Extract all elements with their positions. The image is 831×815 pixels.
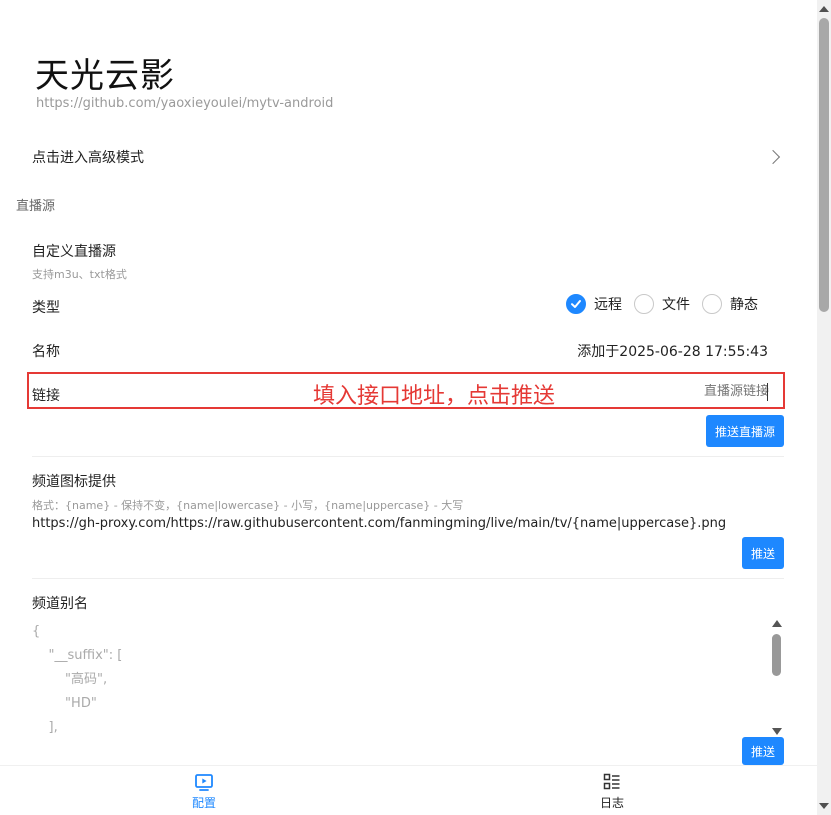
divider	[32, 578, 784, 579]
list-icon	[603, 773, 620, 790]
page-scrollbar[interactable]	[817, 0, 831, 815]
custom-source-title: 自定义直播源	[32, 244, 116, 260]
tab-log-label: 日志	[599, 796, 624, 810]
chevron-right-icon	[765, 149, 781, 165]
scroll-up-icon[interactable]	[772, 620, 782, 627]
code-line: {	[32, 624, 41, 639]
repo-url[interactable]: https://github.com/yaoxieyoulei/mytv-and…	[36, 96, 333, 111]
check-icon	[566, 294, 586, 314]
scroll-thumb[interactable]	[772, 634, 781, 676]
radio-label: 文件	[662, 297, 690, 313]
name-label: 名称	[32, 344, 60, 360]
settings-page: 天光云影 https://github.com/yaoxieyoulei/myt…	[0, 0, 831, 815]
custom-source-hint: 支持m3u、txt格式	[32, 268, 127, 281]
tab-log[interactable]: 日志	[572, 772, 652, 811]
app-title: 天光云影	[35, 56, 175, 96]
push-alias-button[interactable]: 推送	[742, 737, 784, 765]
radio-static[interactable]: 静态	[702, 294, 758, 314]
channel-alias-title: 频道别名	[32, 596, 88, 612]
advanced-mode-label: 点击进入高级模式	[32, 150, 144, 166]
radio-remote[interactable]: 远程	[566, 294, 622, 314]
advanced-mode-row[interactable]: 点击进入高级模式	[32, 140, 784, 174]
radio-empty-icon	[702, 294, 722, 314]
code-line: "HD"	[32, 696, 97, 711]
radio-empty-icon	[634, 294, 654, 314]
section-title-live-source: 直播源	[16, 199, 56, 214]
link-input[interactable]	[569, 384, 769, 399]
type-radio-group: 远程 文件 静态	[554, 294, 758, 314]
push-logo-button[interactable]: 推送	[742, 537, 784, 569]
code-scrollbar[interactable]	[770, 620, 784, 735]
divider	[32, 456, 784, 457]
text-caret	[767, 383, 768, 401]
channel-logo-value[interactable]: https://gh-proxy.com/https://raw.githubu…	[32, 516, 726, 531]
code-line: ],	[32, 720, 58, 735]
tab-config-label: 配置	[191, 796, 216, 810]
channel-logo-hint: 格式：{name} - 保持不变，{name|lowercase} - 小写，{…	[32, 499, 464, 512]
code-line: "__suffix": [	[32, 648, 123, 663]
radio-label: 远程	[594, 297, 622, 313]
tab-config[interactable]: 配置	[164, 772, 244, 811]
type-label: 类型	[32, 300, 60, 316]
code-line: "高码",	[32, 672, 108, 687]
alias-code-editor[interactable]: { "__suffix": [ "高码", "HD" ],	[32, 620, 770, 735]
channel-logo-title: 频道图标提供	[32, 474, 116, 490]
radio-file[interactable]: 文件	[634, 294, 690, 314]
link-label: 链接	[32, 388, 60, 404]
annotation-text: 填入接口地址，点击推送	[313, 384, 556, 409]
radio-label: 静态	[730, 297, 758, 313]
scroll-thumb[interactable]	[819, 18, 829, 312]
scroll-up-icon[interactable]	[819, 6, 829, 12]
scroll-down-icon[interactable]	[772, 728, 782, 735]
bottom-nav: 配置 日志	[0, 765, 817, 815]
name-value[interactable]: 添加于2025-06-28 17:55:43	[577, 341, 768, 361]
monitor-play-icon	[195, 774, 213, 791]
scroll-down-icon[interactable]	[819, 803, 829, 809]
push-source-button[interactable]: 推送直播源	[706, 415, 784, 447]
